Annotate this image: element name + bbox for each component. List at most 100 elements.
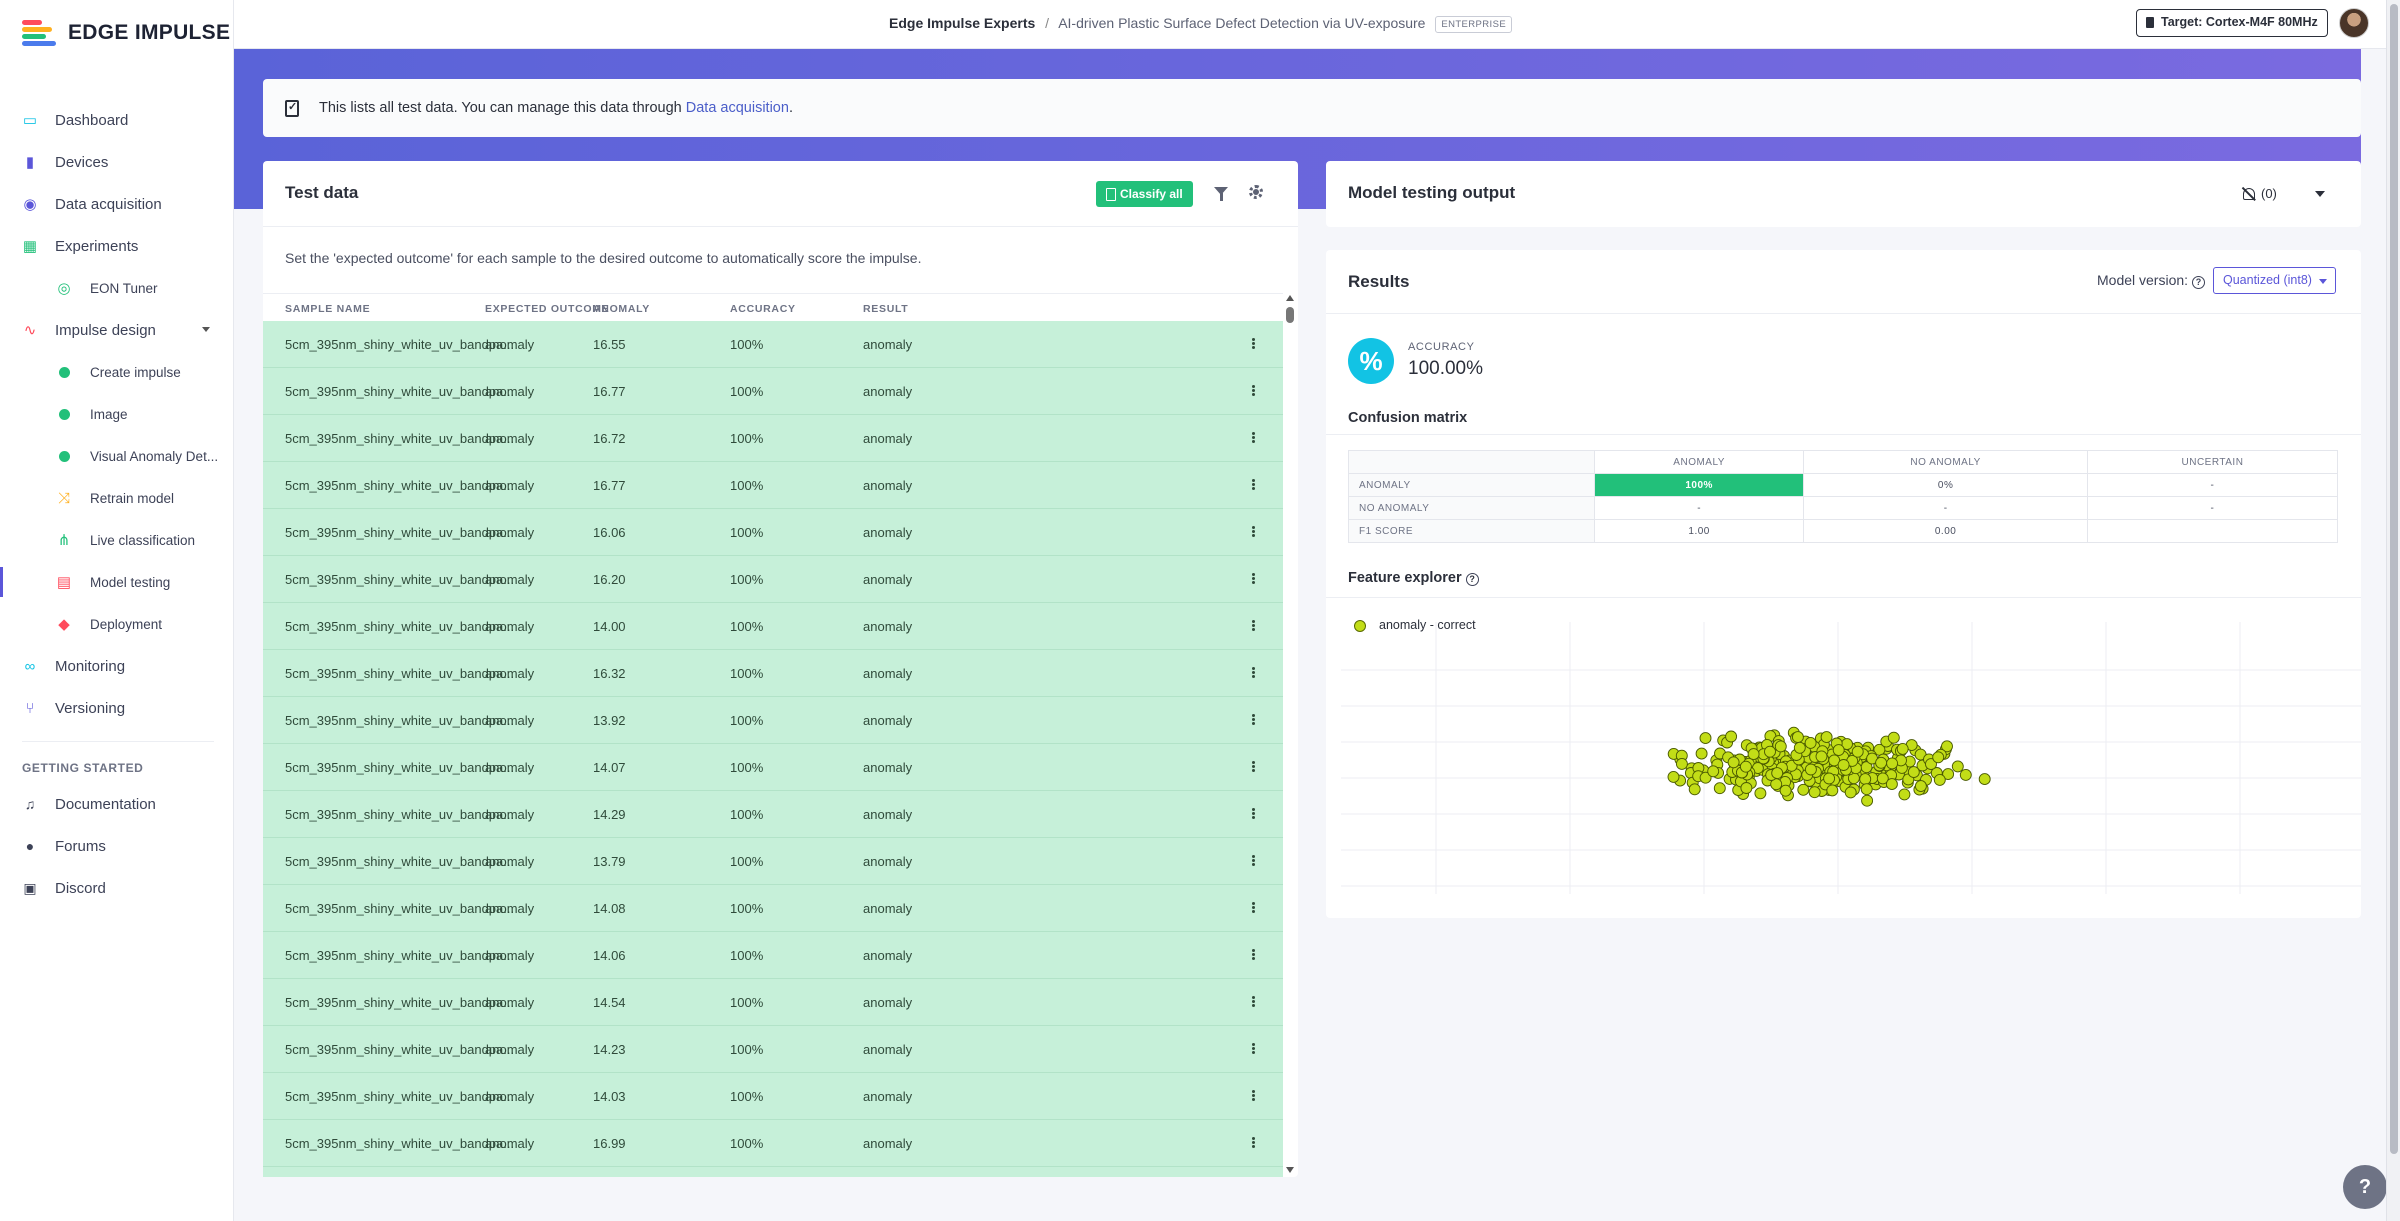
table-row[interactable]: 5cm_395nm_shiny_white_uv_bandpa... anomal… [263,1026,1283,1073]
more-vertical-icon[interactable] [1252,338,1255,341]
col-result[interactable]: RESULT [863,303,908,315]
table-row[interactable]: 5cm_395nm_shiny_white_uv_bandpa... anomal… [263,415,1283,462]
table-row[interactable]: 5cm_395nm_shiny_white_uv_bandpa... anomal… [263,603,1283,650]
feature-explorer-plot[interactable] [1341,610,2361,900]
gear-icon[interactable] [1249,185,1263,199]
table-row[interactable]: 5cm_395nm_shiny_white_uv_bandpa... anomal… [263,1120,1283,1167]
sidebar-item-devices[interactable]: ▮ Devices [0,141,234,183]
table-row[interactable]: 5cm_395nm_shiny_white_uv_bandpa... anomal… [263,462,1283,509]
scatter-point[interactable] [1667,770,1680,783]
sidebar-item-deployment[interactable]: ◆ Deployment [0,603,234,645]
scatter-point[interactable] [1932,751,1945,764]
col-sample-name[interactable]: SAMPLE NAME [285,303,370,315]
more-vertical-icon[interactable] [1252,808,1255,811]
scatter-point[interactable] [1774,740,1787,753]
scatter-point[interactable] [1875,756,1888,769]
more-vertical-icon[interactable] [1252,620,1255,623]
sidebar-item-image[interactable]: Image [0,393,234,435]
more-vertical-icon[interactable] [1252,855,1255,858]
target-device-button[interactable]: Target: Cortex-M4F 80MHz [2136,9,2328,37]
sidebar-item-discord[interactable]: ▣ Discord [0,867,234,909]
sidebar-item-model-testing[interactable]: ▤ Model testing [0,561,234,603]
scatter-point[interactable] [1896,742,1909,755]
scatter-point[interactable] [1859,773,1872,786]
scatter-point[interactable] [1804,736,1817,749]
scroll-thumb[interactable] [1286,307,1294,323]
scatter-point[interactable] [1808,786,1821,799]
scatter-point[interactable] [1886,757,1899,770]
sidebar-item-documentation[interactable]: ♫ Documentation [0,783,234,825]
table-row[interactable]: 5cm_395nm_shiny_white_uv_bandpa... anomal… [263,885,1283,932]
more-vertical-icon[interactable] [1252,1090,1255,1093]
scatter-point[interactable] [1844,786,1857,799]
scatter-point[interactable] [1779,784,1792,797]
page-scrollbar[interactable] [2386,0,2400,1221]
scatter-point[interactable] [1675,757,1688,770]
scatter-point[interactable] [1887,731,1900,744]
sidebar-item-eon-tuner[interactable]: ◎ EON Tuner [0,267,234,309]
scatter-point[interactable] [1885,778,1898,791]
filter-icon[interactable] [1214,187,1228,201]
scatter-point[interactable] [1851,745,1864,758]
scatter-point[interactable] [1898,788,1911,801]
table-row[interactable]: 5cm_395nm_shiny_white_uv_bandpa... anomal… [263,650,1283,697]
data-acquisition-link[interactable]: Data acquisition [686,100,789,116]
scatter-point[interactable] [1815,750,1828,763]
col-accuracy[interactable]: ACCURACY [730,303,796,315]
classify-all-button[interactable]: Classify all [1096,181,1193,207]
scatter-point[interactable] [1837,759,1850,771]
model-version-select[interactable]: Quantized (int8) [2213,267,2336,294]
sidebar-item-live-classification[interactable]: ⋔ Live classification [0,519,234,561]
sidebar-item-experiments[interactable]: ▦ Experiments [0,225,234,267]
scatter-point[interactable] [1914,780,1927,793]
table-scrollbar[interactable] [1285,295,1295,1173]
table-row[interactable]: 5cm_395nm_shiny_white_uv_bandpa... anomal… [263,368,1283,415]
more-vertical-icon[interactable] [1252,573,1255,576]
scatter-point[interactable] [1959,768,1972,781]
scatter-point[interactable] [1823,772,1836,785]
scatter-point[interactable] [1793,741,1806,754]
table-row[interactable]: 5cm_395nm_shiny_white_uv_bandpa... anomal… [263,791,1283,838]
sidebar-item-create-impulse[interactable]: Create impulse [0,351,234,393]
scatter-point[interactable] [1861,794,1874,807]
scatter-point[interactable] [1747,748,1760,761]
table-row[interactable]: 5cm_395nm_shiny_white_uv_bandpa... anomal… [263,932,1283,979]
table-row[interactable]: 5cm_395nm_shiny_white_uv_bandpa... anomal… [263,838,1283,885]
chevron-down-icon[interactable] [2315,191,2325,197]
sidebar-item-dashboard[interactable]: ▭ Dashboard [0,99,234,141]
more-vertical-icon[interactable] [1252,714,1255,717]
scatter-point[interactable] [1688,783,1701,796]
scatter-point[interactable] [1699,732,1712,745]
table-row[interactable]: 5cm_395nm_shiny_white_uv_bandpa... anomal… [263,321,1283,368]
more-vertical-icon[interactable] [1252,996,1255,999]
user-avatar[interactable] [2339,8,2369,38]
more-vertical-icon[interactable] [1252,761,1255,764]
scatter-point[interactable] [1951,760,1964,773]
more-vertical-icon[interactable] [1252,949,1255,952]
scatter-point[interactable] [1739,760,1752,773]
scatter-point[interactable] [1791,731,1804,744]
more-vertical-icon[interactable] [1252,667,1255,670]
table-row[interactable]: 5cm_395nm_shiny_white_uv_bandpa... anomal… [263,697,1283,744]
table-row[interactable]: 5cm_395nm_shiny_white_uv_bandpa... anomal… [263,744,1283,791]
scatter-point[interactable] [1860,783,1873,796]
scatter-point[interactable] [1820,731,1833,744]
sidebar-item-data-acquisition[interactable]: ◉ Data acquisition [0,183,234,225]
scatter-point[interactable] [1832,744,1845,757]
sidebar-item-versioning[interactable]: ⑂ Versioning [0,687,234,729]
scatter-point[interactable] [1804,763,1817,776]
sidebar-item-forums[interactable]: ● Forums [0,825,234,867]
scatter-point[interactable] [1727,756,1740,769]
scroll-up-icon[interactable] [1286,295,1294,301]
more-vertical-icon[interactable] [1252,1043,1255,1046]
scatter-point[interactable] [1771,767,1784,780]
notifications-button[interactable]: (0) [2243,186,2277,201]
scatter-point[interactable] [1764,745,1776,758]
chevron-down-icon[interactable] [202,327,210,332]
more-vertical-icon[interactable] [1252,902,1255,905]
table-row[interactable]: 5cm_395nm_shiny_white_uv_bandpa... anomal… [263,1073,1283,1120]
scroll-down-icon[interactable] [1286,1167,1294,1173]
scatter-point[interactable] [1695,747,1708,760]
more-vertical-icon[interactable] [1252,385,1255,388]
sidebar-item-visual-anomaly-det[interactable]: Visual Anomaly Det... [0,435,234,477]
